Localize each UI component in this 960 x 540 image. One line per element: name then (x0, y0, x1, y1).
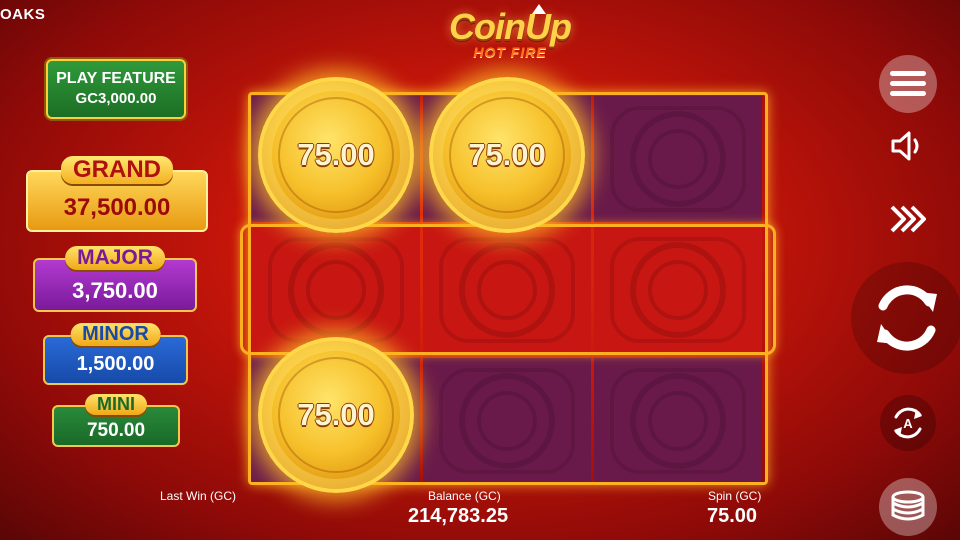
jackpot-major-value: 3,750.00 (72, 278, 158, 303)
autoplay-button[interactable]: A (880, 395, 936, 451)
coin-symbol: 75.00 (258, 77, 414, 233)
coin-value: 75.00 (297, 397, 375, 432)
jackpot-grand-value: 37,500.00 (63, 194, 171, 221)
sound-button[interactable] (886, 126, 930, 166)
last-win-label: Last Win (GC) (160, 489, 237, 503)
logo-title: CoinUp (449, 6, 572, 47)
coin-value: 75.00 (468, 137, 546, 172)
spin-arrows-icon (877, 285, 937, 351)
spin-button[interactable] (851, 262, 960, 374)
spin-label: Spin (GC) (708, 489, 762, 503)
coin-stack-icon (891, 490, 925, 521)
autoplay-icon: A (894, 407, 922, 439)
jackpot-minor-value: 1,500.00 (76, 353, 155, 375)
menu-button[interactable] (879, 55, 937, 113)
jackpot-grand-name: GRAND (61, 156, 173, 184)
play-feature-price: GC3,000.00 (75, 90, 157, 107)
jackpot-mini-value: 750.00 (86, 420, 146, 441)
hamburger-menu-icon (890, 71, 926, 97)
jackpot-minor-name: MINOR (70, 323, 161, 346)
jackpot-grand: GRAND 37,500.00 (26, 156, 208, 232)
jackpot-major-name: MAJOR (65, 246, 165, 270)
jackpot-minor: MINOR 1,500.00 (43, 323, 188, 385)
jackpot-major: MAJOR 3,750.00 (33, 246, 197, 312)
balance-value: 214,783.25 (408, 505, 509, 527)
middle-row-frame (240, 224, 776, 355)
speaker-icon (891, 131, 919, 161)
balance-label: Balance (GC) (428, 489, 501, 503)
coin-symbol: 75.00 (429, 77, 585, 233)
play-feature-button[interactable]: PLAY FEATURE GC3,000.00 (46, 59, 186, 119)
game-logo: CoinUp HOT FIRE (430, 4, 590, 76)
bet-button[interactable] (879, 478, 937, 536)
spin-value: 75.00 (707, 505, 758, 527)
coin-value: 75.00 (297, 137, 375, 172)
autoplay-letter: A (903, 416, 913, 431)
turbo-button[interactable] (882, 196, 934, 242)
jackpot-mini-name: MINI (85, 394, 147, 415)
play-feature-label: PLAY FEATURE (56, 70, 176, 87)
jackpot-mini: MINI 750.00 (52, 394, 180, 447)
fast-forward-icon (890, 205, 926, 233)
logo-arrow-icon (532, 4, 546, 14)
brand-label: OAKS (0, 6, 46, 23)
coin-symbol: 75.00 (258, 337, 414, 493)
